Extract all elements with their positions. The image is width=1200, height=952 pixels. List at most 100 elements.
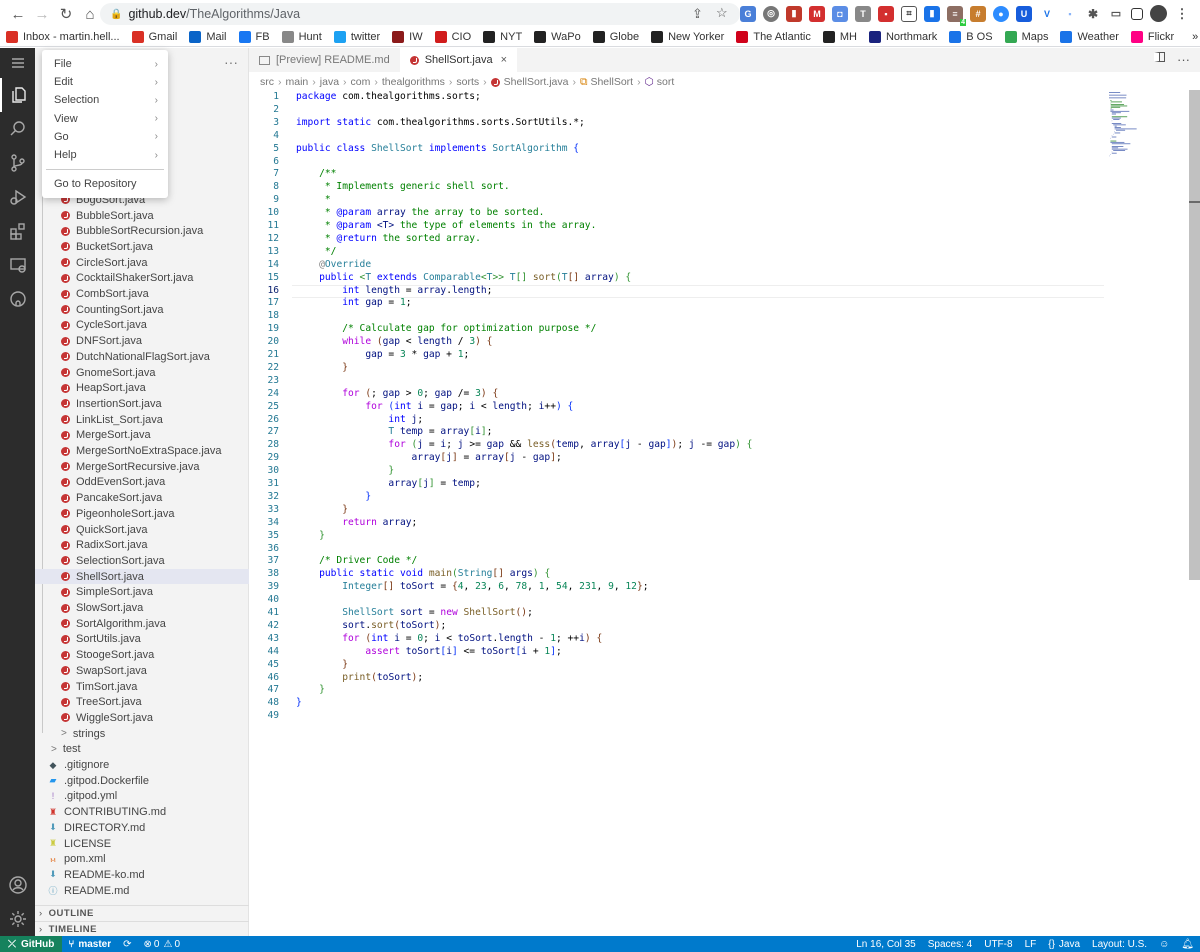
notes-icon[interactable]: #: [970, 5, 986, 22]
file-item[interactable]: TimSort.java: [35, 679, 249, 695]
menu-item-edit[interactable]: Edit ›: [42, 73, 168, 91]
bookmark-item[interactable]: Inbox - martin.hell...: [6, 31, 120, 43]
file-item[interactable]: QuickSort.java: [35, 522, 249, 538]
file-item[interactable]: StoogeSort.java: [35, 647, 249, 663]
breadcrumb-item[interactable]: ShellSort: [590, 76, 633, 88]
extensions-button[interactable]: [0, 214, 35, 248]
file-item[interactable]: HeapSort.java: [35, 380, 249, 396]
explorer-button[interactable]: [0, 78, 35, 112]
menu-button[interactable]: [0, 48, 35, 78]
file-item[interactable]: WiggleSort.java: [35, 710, 249, 726]
bitwarden-icon[interactable]: U: [1016, 5, 1032, 22]
bookmark-item[interactable]: Maps: [1004, 31, 1048, 43]
file-item[interactable]: ▰ .gitpod.Dockerfile: [35, 773, 249, 789]
share-icon[interactable]: ⇪: [692, 6, 703, 22]
bookmark-item[interactable]: CIO: [434, 31, 471, 43]
file-item[interactable]: InsertionSort.java: [35, 396, 249, 412]
bookmark-item[interactable]: IW: [392, 31, 423, 43]
file-item[interactable]: ⲙ pom.xml: [35, 851, 249, 867]
bookmark-item[interactable]: Northmark: [868, 31, 937, 43]
file-item[interactable]: MergeSortRecursive.java: [35, 459, 249, 475]
timeline-section[interactable]: › TIMELINE: [35, 921, 249, 937]
file-item[interactable]: MergeSortNoExtraSpace.java: [35, 443, 249, 459]
back-button[interactable]: ←: [8, 4, 28, 24]
bookmark-item[interactable]: B OS: [949, 31, 993, 43]
bookmark-item[interactable]: Gmail: [131, 31, 177, 43]
home-button[interactable]: ⌂: [80, 4, 100, 24]
indentation[interactable]: Spaces: 4: [922, 939, 978, 950]
tab-readme-preview[interactable]: [Preview] README.md: [249, 48, 400, 72]
cast-icon[interactable]: ▭: [1108, 5, 1124, 22]
cursor-position[interactable]: Ln 16, Col 35: [850, 939, 922, 950]
file-item[interactable]: ⬇ README-ko.md: [35, 867, 249, 883]
reload-button[interactable]: ↻: [56, 4, 76, 24]
settings-button[interactable]: [0, 902, 35, 936]
encoding[interactable]: UTF-8: [978, 939, 1018, 950]
language-mode[interactable]: {} Java: [1042, 939, 1086, 950]
bookmark-item[interactable]: Mail: [189, 31, 227, 43]
t-icon[interactable]: T: [855, 5, 871, 22]
branch-indicator[interactable]: ⑂ master: [62, 939, 117, 950]
run-debug-button[interactable]: [0, 180, 35, 214]
file-item[interactable]: SelectionSort.java: [35, 553, 249, 569]
file-item[interactable]: BubbleSort.java: [35, 208, 249, 224]
bookmark-item[interactable]: Weather: [1060, 31, 1119, 43]
tab-shellsort[interactable]: ShellSort.java ×: [399, 48, 518, 72]
stack-icon[interactable]: ≡ 4: [947, 5, 966, 26]
file-item[interactable]: SwapSort.java: [35, 663, 249, 679]
bookmark-item[interactable]: Globe: [592, 31, 639, 43]
breadcrumb-item[interactable]: thealgorithms: [382, 76, 445, 88]
github-button[interactable]: [0, 282, 35, 316]
breadcrumb-item[interactable]: main: [286, 76, 309, 88]
more-actions-icon[interactable]: ···: [1177, 52, 1190, 67]
file-item[interactable]: SortAlgorithm.java: [35, 616, 249, 632]
code-editor[interactable]: 1 package com.thealgorithms.sorts; 2 3 impor…: [249, 90, 1189, 936]
file-item[interactable]: LinkList_Sort.java: [35, 412, 249, 428]
source-control-button[interactable]: [0, 146, 35, 180]
forward-button[interactable]: →: [32, 4, 52, 24]
file-item[interactable]: BucketSort.java: [35, 239, 249, 255]
outline-section[interactable]: › OUTLINE: [35, 905, 249, 921]
file-item[interactable]: ⓘ README.md: [35, 883, 249, 899]
star-icon[interactable]: ☆: [716, 5, 728, 21]
camera-icon[interactable]: ◘: [832, 5, 848, 22]
file-item[interactable]: GnomeSort.java: [35, 365, 249, 381]
address-bar[interactable]: 🔒 github.dev/TheAlgorithms/Java: [100, 3, 740, 25]
file-item[interactable]: CountingSort.java: [35, 302, 249, 318]
bookmark-item[interactable]: FB: [238, 31, 270, 43]
menu-item-help[interactable]: Help ›: [42, 146, 168, 164]
menu-item-go[interactable]: Go ›: [42, 128, 168, 146]
file-item[interactable]: SortUtils.java: [35, 632, 249, 648]
bookmark-item[interactable]: MH: [822, 31, 857, 43]
file-item[interactable]: SlowSort.java: [35, 600, 249, 616]
breadcrumb-item[interactable]: sorts: [456, 76, 479, 88]
remote-explorer-button[interactable]: [0, 248, 35, 282]
split-editor-icon[interactable]: [1154, 52, 1165, 62]
menu-item-view[interactable]: View ›: [42, 110, 168, 128]
extension-icon[interactable]: ◎: [763, 5, 779, 22]
file-item[interactable]: CycleSort.java: [35, 318, 249, 334]
file-item[interactable]: OddEvenSort.java: [35, 475, 249, 491]
editor-scrollbar[interactable]: [1189, 90, 1200, 580]
breadcrumb-item[interactable]: java: [320, 76, 339, 88]
breadcrumb-item[interactable]: ShellSort.java: [504, 76, 569, 88]
notifications-button[interactable]: 🔔︎: [1175, 939, 1200, 950]
file-item[interactable]: TreeSort.java: [35, 694, 249, 710]
file-item[interactable]: SimpleSort.java: [35, 585, 249, 601]
breadcrumb-item[interactable]: sort: [657, 76, 675, 88]
file-item[interactable]: ShellSort.java: [35, 568, 249, 585]
file-item[interactable]: CocktailShakerSort.java: [35, 271, 249, 287]
file-item[interactable]: DutchNationalFlagSort.java: [35, 349, 249, 365]
v-icon[interactable]: V: [1039, 5, 1055, 22]
file-item[interactable]: ♜ CONTRIBUTING.md: [35, 804, 249, 820]
zoom-icon[interactable]: ●: [993, 5, 1009, 22]
search-button[interactable]: [0, 112, 35, 146]
bookmark-item[interactable]: Hunt: [281, 31, 322, 43]
translate-icon[interactable]: G: [740, 5, 756, 22]
bookmark-item[interactable]: New Yorker: [651, 31, 724, 43]
file-item[interactable]: CircleSort.java: [35, 255, 249, 271]
more-bookmarks-button[interactable]: »: [1192, 31, 1198, 43]
close-icon[interactable]: ×: [501, 54, 507, 66]
end-of-line[interactable]: LF: [1019, 939, 1043, 950]
puzzle-icon[interactable]: ✱: [1085, 5, 1101, 22]
